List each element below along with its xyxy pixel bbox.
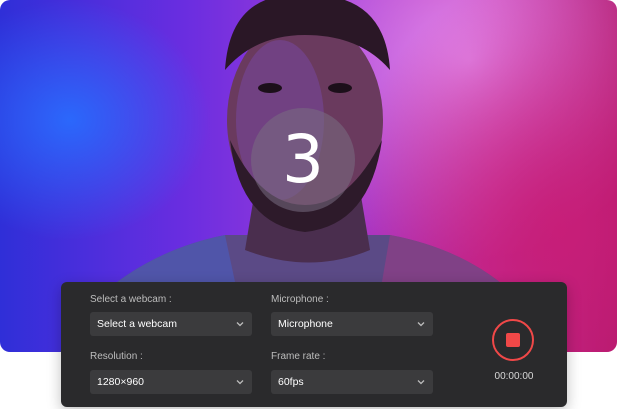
webcam-select[interactable]: Select a webcam bbox=[90, 312, 252, 336]
frame-rate-label: Frame rate : bbox=[271, 351, 326, 362]
chevron-down-icon bbox=[417, 380, 425, 385]
recording-settings-panel: Select a webcam : Select a webcam Microp… bbox=[61, 282, 567, 407]
stop-icon bbox=[506, 333, 520, 347]
webcam-label: Select a webcam : bbox=[90, 294, 172, 305]
countdown-overlay: 3 bbox=[251, 108, 355, 212]
webcam-select-value: Select a webcam bbox=[97, 318, 177, 330]
recording-timer: 00:00:00 bbox=[494, 371, 534, 382]
microphone-select[interactable]: Microphone bbox=[271, 312, 433, 336]
microphone-label: Microphone : bbox=[271, 294, 329, 305]
resolution-select[interactable]: 1280×960 bbox=[90, 370, 252, 394]
chevron-down-icon bbox=[236, 380, 244, 385]
chevron-down-icon bbox=[417, 322, 425, 327]
countdown-number: 3 bbox=[282, 121, 324, 198]
stop-recording-button[interactable] bbox=[492, 319, 534, 361]
resolution-select-value: 1280×960 bbox=[97, 376, 145, 388]
resolution-label: Resolution : bbox=[90, 351, 143, 362]
chevron-down-icon bbox=[236, 322, 244, 327]
microphone-select-value: Microphone bbox=[278, 318, 333, 330]
frame-rate-select-value: 60fps bbox=[278, 376, 304, 388]
frame-rate-select[interactable]: 60fps bbox=[271, 370, 433, 394]
